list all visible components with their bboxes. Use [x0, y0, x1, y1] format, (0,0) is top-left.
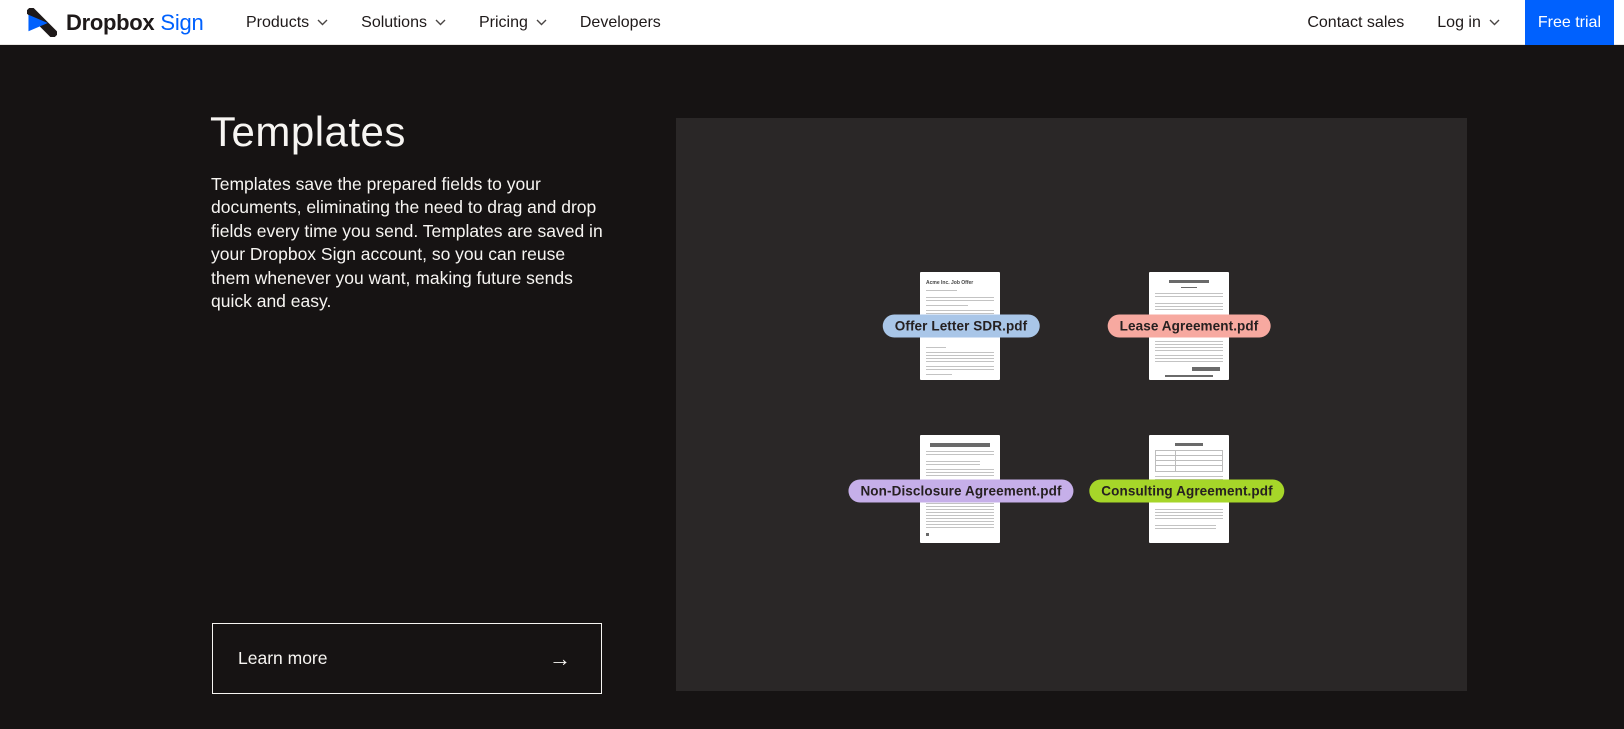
top-navbar: Dropbox Sign Products Solutions Pricing …: [0, 0, 1624, 45]
file-tag-consulting-agreement: Consulting Agreement.pdf: [1089, 480, 1284, 503]
learn-more-button[interactable]: Learn more →: [212, 623, 602, 694]
document-heading: Acme Inc. Job Offer: [926, 280, 994, 286]
page-title: Templates: [210, 108, 406, 156]
navbar-right-group: Contact sales Log in Free trial: [1307, 0, 1614, 45]
nav-item-label: Solutions: [361, 14, 427, 32]
file-tag-nda: Non-Disclosure Agreement.pdf: [848, 480, 1073, 503]
free-trial-button[interactable]: Free trial: [1525, 0, 1614, 45]
log-in-label: Log in: [1437, 14, 1481, 32]
dropbox-sign-logo-icon: [27, 8, 57, 37]
logo-brand-text: Dropbox: [66, 10, 154, 36]
templates-illustration-panel: Acme Inc. Job Offer: [676, 118, 1467, 691]
contact-sales-link[interactable]: Contact sales: [1307, 14, 1404, 32]
file-tag-lease-agreement: Lease Agreement.pdf: [1108, 315, 1271, 338]
page: Dropbox Sign Products Solutions Pricing …: [0, 0, 1624, 729]
chevron-down-icon: [1489, 19, 1500, 26]
nav-item-label: Pricing: [479, 14, 528, 32]
nav-item-label: Developers: [580, 14, 661, 32]
nav-item-products[interactable]: Products: [246, 14, 328, 32]
main-nav: Products Solutions Pricing Developers: [246, 0, 661, 45]
learn-more-label: Learn more: [238, 648, 328, 669]
file-tag-offer-letter: Offer Letter SDR.pdf: [883, 315, 1040, 338]
dropbox-sign-logo[interactable]: Dropbox Sign: [27, 0, 204, 45]
nav-item-solutions[interactable]: Solutions: [361, 14, 446, 32]
document-table: [1155, 450, 1223, 472]
logo-product-text: Sign: [160, 10, 203, 36]
nav-item-pricing[interactable]: Pricing: [479, 14, 547, 32]
chevron-down-icon: [435, 19, 446, 26]
nav-item-developers[interactable]: Developers: [580, 14, 661, 32]
nav-item-label: Products: [246, 14, 309, 32]
section-description: Templates save the prepared fields to yo…: [211, 173, 603, 313]
arrow-right-icon: →: [549, 648, 571, 670]
log-in-menu[interactable]: Log in: [1437, 14, 1500, 32]
chevron-down-icon: [536, 19, 547, 26]
chevron-down-icon: [317, 19, 328, 26]
